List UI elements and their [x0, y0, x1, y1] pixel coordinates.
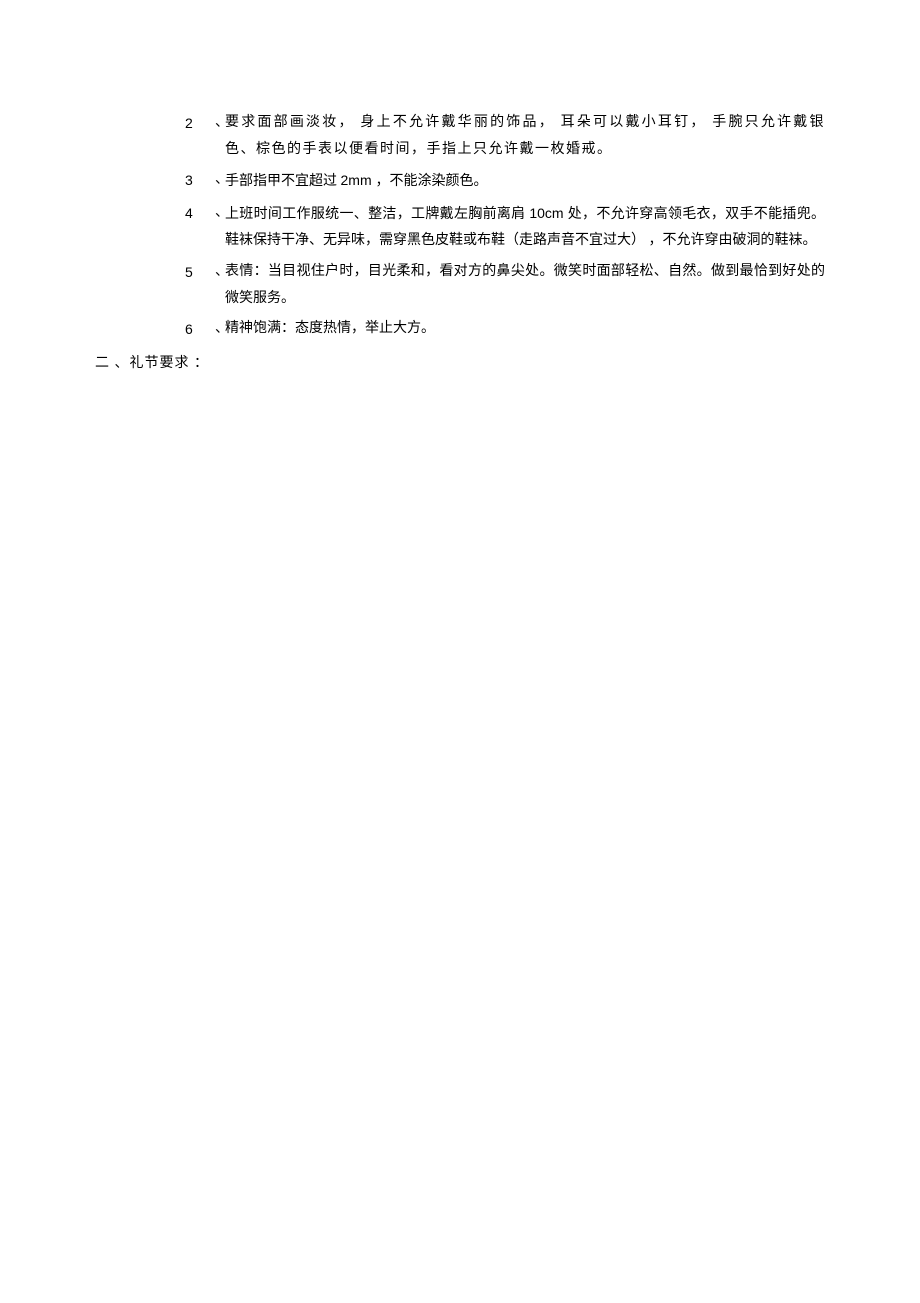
item-separator: 、	[215, 200, 225, 255]
item-number: 3	[185, 167, 215, 196]
list-item: 6、 精神饱满：态度热情，举止大方。	[185, 316, 825, 343]
content-measurement: 10cm	[529, 205, 567, 221]
item-content: 精神饱满：态度热情，举止大方。	[225, 316, 825, 343]
content-text: 上班时间工作服统一、整洁，工牌戴左胸前离肩	[225, 207, 529, 222]
item-separator: 、	[215, 110, 225, 163]
list-item: 3、 手部指甲不宜超过 2mm ，不能涂染颜色。	[185, 167, 825, 196]
item-separator: 、	[215, 259, 225, 312]
item-number: 5	[185, 259, 215, 312]
item-number: 4	[185, 200, 215, 255]
item-number: 2	[185, 110, 215, 163]
item-number: 6	[185, 316, 215, 343]
item-separator: 、	[215, 167, 225, 196]
item-content: 表情：当目视住户时，目光柔和，看对方的鼻尖处。微笑时面部轻松、自然。做到最恰到好…	[225, 259, 825, 312]
item-content: 上班时间工作服统一、整洁，工牌戴左胸前离肩 10cm 处，不允许穿高领毛衣，双手…	[225, 200, 825, 255]
list-item: 5、 表情：当目视住户时，目光柔和，看对方的鼻尖处。微笑时面部轻松、自然。做到最…	[185, 259, 825, 312]
list-item: 2、 要求面部画淡妆， 身上不允许戴华丽的饰品， 耳朵可以戴小耳钉， 手腕只允许…	[185, 110, 825, 163]
content-measurement: 2mm	[341, 172, 376, 188]
item-content: 手部指甲不宜超过 2mm ，不能涂染颜色。	[225, 167, 825, 196]
item-separator: 、	[215, 316, 225, 343]
list-item: 4、 上班时间工作服统一、整洁，工牌戴左胸前离肩 10cm 处，不允许穿高领毛衣…	[185, 200, 825, 255]
section-heading: 二 、礼节要求 ：	[95, 351, 825, 378]
numbered-list: 2、 要求面部画淡妆， 身上不允许戴华丽的饰品， 耳朵可以戴小耳钉， 手腕只允许…	[95, 110, 825, 343]
content-text: 手部指甲不宜超过	[225, 174, 341, 189]
item-content: 要求面部画淡妆， 身上不允许戴华丽的饰品， 耳朵可以戴小耳钉， 手腕只允许戴银色…	[225, 110, 825, 163]
content-text: ，不能涂染颜色。	[376, 174, 488, 189]
